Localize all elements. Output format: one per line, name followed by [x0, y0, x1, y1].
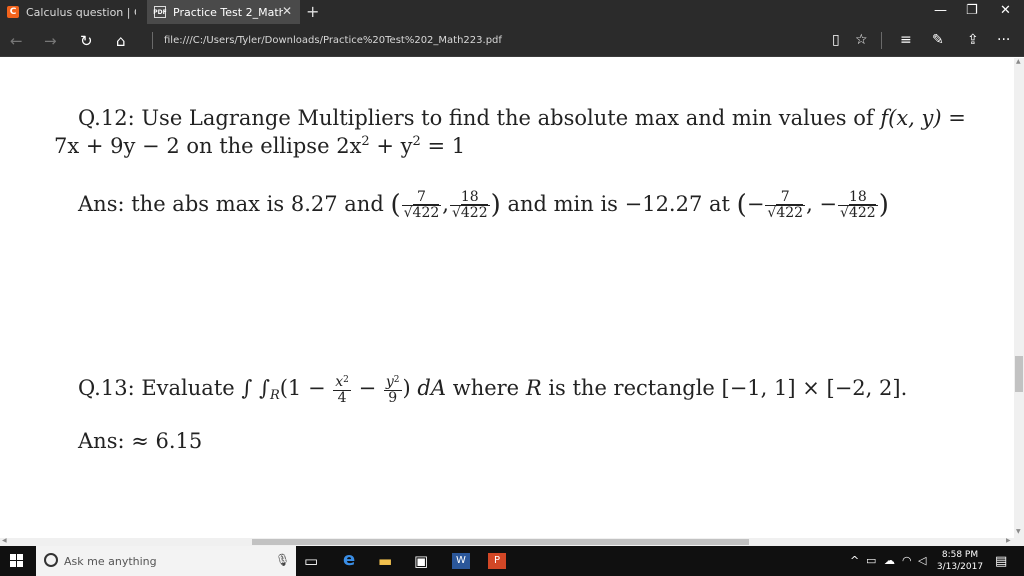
ans12-min-frac1: 7 √422 [765, 189, 806, 221]
task-view-icon[interactable]: ▭ [304, 552, 318, 570]
restore-button[interactable]: ❐ [966, 3, 978, 18]
home-button[interactable]: ⌂ [116, 32, 126, 50]
ans12-min-text: and min is −12.27 at [507, 192, 730, 216]
q13-region: R [269, 388, 280, 403]
ans13-value: ≈ 6.15 [131, 429, 203, 453]
hub-icon[interactable]: ≡ [900, 32, 912, 48]
ans12-line: Ans: the abs max is 8.27 and ( 7 √422 , … [78, 189, 889, 221]
ans13-label: Ans: [78, 429, 125, 453]
pdf-viewer: Q.12: Use Lagrange Multipliers to find t… [0, 58, 1014, 538]
edge-browser-icon[interactable]: e [343, 549, 355, 570]
back-button[interactable]: ← [10, 32, 23, 50]
scroll-up-icon[interactable]: ▲ [1016, 58, 1021, 65]
store-icon[interactable]: ▣ [414, 552, 428, 570]
q12-label: Q.12: [78, 106, 135, 130]
search-placeholder: Ask me anything [64, 555, 157, 568]
tab-title: Calculus question | Chegg.c [26, 5, 136, 19]
show-hidden-icons-icon[interactable]: ^ [850, 554, 859, 567]
clock-date: 3/13/2017 [936, 562, 984, 572]
windows-start-icon[interactable] [10, 554, 24, 568]
ans12-label: Ans: [78, 192, 125, 216]
action-center-icon[interactable]: ▤ [995, 554, 1007, 569]
forward-button[interactable]: → [44, 32, 57, 50]
q12-expr: 7x + 9y − 2 [54, 134, 180, 158]
minimize-button[interactable]: — [934, 3, 947, 18]
clock[interactable]: 8:58 PM 3/13/2017 [932, 549, 988, 573]
q12-func-args: (x, y) [888, 106, 942, 130]
q12-line2: 7x + 9y − 2 on the ellipse 2x2 + y2 = 1 [54, 134, 466, 158]
tab-bar: C Calculus question | Chegg.c PDF Practi… [0, 0, 1024, 24]
onedrive-icon[interactable]: ☁ [884, 554, 895, 567]
q13-text: Evaluate [141, 376, 235, 400]
share-icon[interactable]: ⇪ [967, 32, 979, 48]
refresh-button[interactable]: ↻ [80, 32, 93, 50]
word-icon[interactable]: W [452, 553, 470, 569]
ans13-line: Ans: ≈ 6.15 [78, 429, 202, 453]
q13-dA: dA [417, 376, 447, 400]
divider [881, 32, 882, 49]
horizontal-scroll-thumb[interactable] [252, 539, 749, 545]
tab-close-icon[interactable]: ✕ [282, 4, 292, 18]
address-input[interactable]: file:///C:/Users/Tyler/Downloads/Practic… [164, 35, 502, 46]
vertical-scroll-thumb[interactable] [1015, 356, 1023, 392]
q13-frac2: y2 9 [383, 374, 402, 406]
reading-view-icon[interactable]: ▯ [832, 32, 840, 48]
taskbar: Ask me anything 🎙 ▭ e ▬ ▣ W P ^ ▭ ☁ ◠ ◁ … [0, 546, 1024, 576]
q13-integral: ∫ ∫ [241, 376, 270, 400]
cortana-search-box[interactable]: Ask me anything 🎙 [36, 546, 296, 576]
pdf-favicon-icon: PDF [153, 6, 167, 18]
q12-on-text: on the ellipse [186, 134, 330, 158]
scroll-left-icon[interactable]: ◀ [2, 537, 7, 544]
q13-label: Q.13: [78, 376, 135, 400]
scroll-down-icon[interactable]: ▼ [1016, 528, 1021, 535]
q13-frac1: x2 4 [333, 374, 351, 406]
tab-practice-test[interactable]: PDF Practice Test 2_Math223 ✕ [147, 0, 300, 24]
tab-chegg[interactable]: C Calculus question | Chegg.c [0, 0, 147, 24]
powerpoint-icon[interactable]: P [488, 553, 506, 569]
q13-line: Q.13: Evaluate ∫ ∫R(1 − x2 4 − y2 9 ) dA… [78, 374, 908, 406]
scroll-right-icon[interactable]: ▶ [1006, 537, 1011, 544]
tab-title: Practice Test 2_Math223 [173, 5, 283, 19]
ans12-max-frac2: 18 √422 [449, 189, 490, 221]
q13-rect-text: is the rectangle [−1, 1] × [−2, 2]. [548, 376, 908, 400]
wifi-icon[interactable]: ◠ [902, 554, 912, 567]
cortana-icon [44, 553, 58, 567]
q12-ellipse-eq: = 1 [427, 134, 466, 158]
ans12-max-frac1: 7 √422 [401, 189, 442, 221]
ans12-max-text: the abs max is 8.27 and [131, 192, 384, 216]
battery-icon[interactable]: ▭ [866, 554, 876, 567]
chegg-favicon-icon: C [7, 6, 19, 18]
ans12-min-frac2: 18 √422 [838, 189, 878, 221]
file-explorer-icon[interactable]: ▬ [378, 552, 392, 570]
more-icon[interactable]: ··· [997, 32, 1010, 48]
close-window-button[interactable]: ✕ [1000, 3, 1011, 18]
address-bar-row: ← → ↻ ⌂ file:///C:/Users/Tyler/Downloads… [0, 24, 1024, 57]
q12-ellipse: 2x [336, 134, 362, 158]
favorite-star-icon[interactable]: ☆ [855, 32, 868, 48]
vertical-scrollbar[interactable] [1014, 58, 1024, 538]
clock-time: 8:58 PM [941, 550, 979, 560]
volume-icon[interactable]: ◁ [918, 554, 926, 567]
q12-text: Use Lagrange Multipliers to find the abs… [141, 106, 874, 130]
q12-line1: Q.12: Use Lagrange Multipliers to find t… [78, 106, 966, 130]
divider [152, 32, 153, 49]
q12-func: f [880, 106, 889, 130]
web-note-icon[interactable]: ✎ [932, 32, 944, 48]
q12-ellipse-rest: + y [376, 134, 413, 158]
microphone-icon[interactable]: 🎙 [275, 553, 290, 567]
q12-equals: = [948, 106, 966, 130]
new-tab-button[interactable]: + [306, 2, 319, 21]
